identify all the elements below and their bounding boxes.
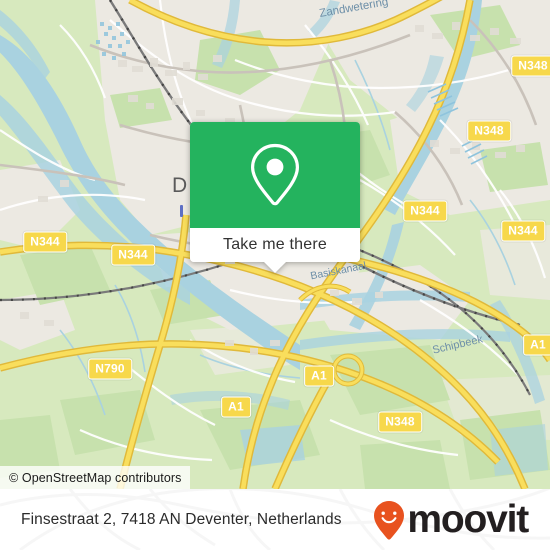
footer-bar: Finsestraat 2, 7418 AN Deventer, Netherl… [0,489,550,550]
popup-cta[interactable]: Take me there [190,228,360,262]
road-shield: N348 [511,55,550,77]
map-pin-icon [249,142,301,208]
road-shield: N344 [403,200,447,222]
map-canvas[interactable]: D Zandwetering Basiskanaal Schipbeek N34… [0,0,550,489]
moovit-logo[interactable]: moovit [372,498,529,541]
popup-header [190,122,360,228]
road-shield: N348 [467,120,511,142]
road-shield: N344 [111,244,155,266]
road-shield: A1 [221,396,251,418]
osm-attribution[interactable]: © OpenStreetMap contributors [0,466,190,489]
map-popup[interactable]: Take me there [190,122,360,273]
moovit-pin-smiley-icon [372,500,406,540]
road-shield: N344 [501,220,545,242]
popup-pointer [264,262,286,273]
road-shield: N348 [378,411,422,433]
address-text: Finsestraat 2, 7418 AN Deventer, Netherl… [21,510,342,528]
popup-cta-label: Take me there [223,236,327,253]
road-shield: A1 [523,334,550,356]
popup-body: Take me there [190,122,360,262]
moovit-wordmark: moovit [407,498,529,541]
map-screen: D Zandwetering Basiskanaal Schipbeek N34… [0,0,550,550]
road-shield: N790 [88,358,132,380]
city-dot [180,205,183,217]
city-label: D [172,174,188,197]
road-shield: N344 [23,231,67,253]
road-shield: A1 [304,365,334,387]
osm-attribution-text: © OpenStreetMap contributors [9,470,182,485]
